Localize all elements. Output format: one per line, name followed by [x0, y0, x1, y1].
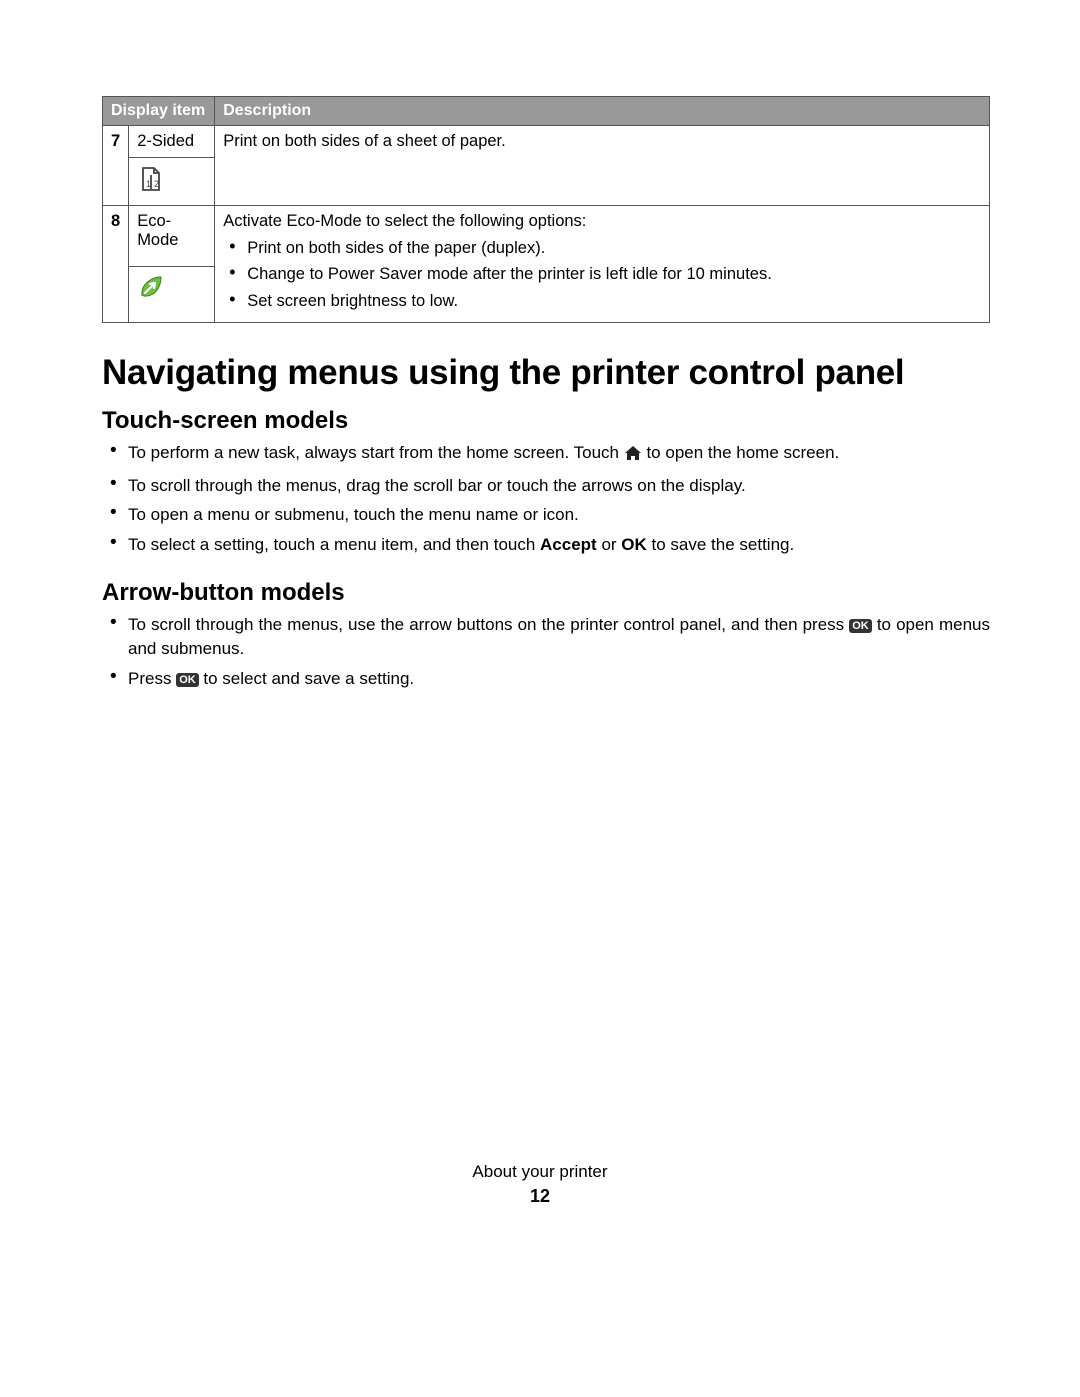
eco-bullet: Set screen brightness to low.	[247, 290, 981, 312]
list-item: Press OK to select and save a setting.	[128, 667, 990, 691]
row-description: Print on both sides of a sheet of paper.	[215, 126, 990, 206]
touch-screen-list: To perform a new task, always start from…	[102, 441, 990, 557]
section-heading: Navigating menus using the printer contr…	[102, 353, 990, 393]
ok-button-icon: OK	[176, 673, 199, 687]
ok-button-icon: OK	[849, 619, 872, 633]
list-item: To open a menu or submenu, touch the men…	[128, 503, 990, 527]
row-number: 8	[103, 206, 129, 323]
chapter-title: About your printer	[0, 1162, 1080, 1182]
page-footer: About your printer 12	[0, 1162, 1080, 1207]
table-row: 8 Eco-Mode Activate Eco-Mode to select t…	[103, 206, 990, 267]
eco-bullet: Print on both sides of the paper (duplex…	[247, 237, 981, 259]
header-display-item: Display item	[103, 97, 215, 126]
list-item: To scroll through the menus, use the arr…	[128, 613, 990, 661]
row-item-name: Eco-Mode	[129, 206, 215, 267]
list-item: To select a setting, touch a menu item, …	[128, 533, 990, 557]
header-description: Description	[215, 97, 990, 126]
arrow-button-heading: Arrow-button models	[102, 579, 990, 607]
page-number: 12	[0, 1186, 1080, 1207]
table-row: 7 2-Sided Print on both sides of a sheet…	[103, 126, 990, 158]
svg-text:1: 1	[146, 179, 151, 189]
eco-desc-intro: Activate Eco-Mode to select the followin…	[223, 212, 586, 230]
home-icon	[624, 444, 642, 468]
touch-screen-heading: Touch-screen models	[102, 407, 990, 435]
eco-bullet: Change to Power Saver mode after the pri…	[247, 263, 981, 285]
two-sided-icon: 1 2	[137, 164, 167, 199]
row-item-name: 2-Sided	[129, 126, 215, 158]
arrow-button-list: To scroll through the menus, use the arr…	[102, 613, 990, 690]
display-item-table: Display item Description 7 2-Sided Print…	[102, 96, 990, 323]
svg-text:2: 2	[154, 179, 159, 189]
row-description: Activate Eco-Mode to select the followin…	[215, 206, 990, 323]
row-number: 7	[103, 126, 129, 206]
eco-mode-icon	[137, 273, 165, 306]
list-item: To perform a new task, always start from…	[128, 441, 990, 468]
list-item: To scroll through the menus, drag the sc…	[128, 474, 990, 498]
